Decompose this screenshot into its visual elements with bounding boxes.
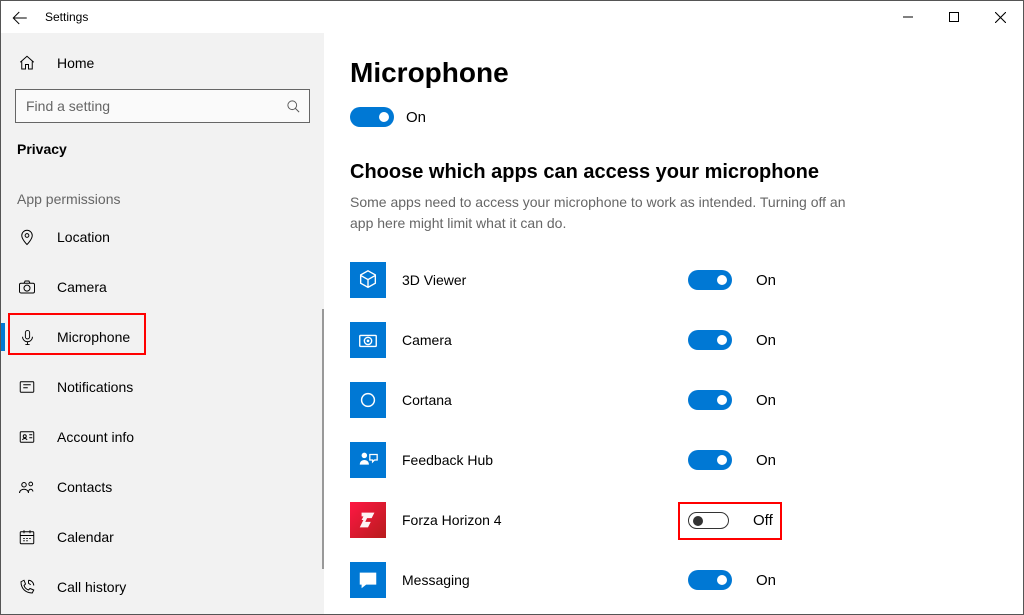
camera-icon	[17, 277, 37, 297]
location-icon	[17, 227, 37, 247]
sidebar-item-contacts[interactable]: Contacts	[1, 465, 324, 509]
search-input[interactable]: Find a setting	[15, 89, 310, 123]
window-controls	[885, 1, 1023, 33]
sidebar-item-label: Location	[57, 229, 110, 245]
page-title: Microphone	[350, 57, 1023, 89]
app-toggle[interactable]	[688, 512, 729, 529]
sidebar-item-calendar[interactable]: Calendar	[1, 515, 324, 559]
account-info-icon	[17, 427, 37, 447]
app-toggle[interactable]	[688, 330, 732, 350]
app-row-feedback-hub: Feedback Hub On	[350, 430, 1023, 490]
master-toggle[interactable]	[350, 107, 394, 127]
call-history-icon	[17, 577, 37, 597]
app-row-cortana: Cortana On	[350, 370, 1023, 430]
app-toggle[interactable]	[688, 390, 732, 410]
app-toggle[interactable]	[688, 270, 732, 290]
close-icon	[995, 12, 1006, 23]
sidebar-item-label: Call history	[57, 579, 126, 595]
sidebar-item-location[interactable]: Location	[1, 215, 324, 259]
app-row-camera: Camera On	[350, 310, 1023, 370]
app-toggle[interactable]	[688, 570, 732, 590]
messaging-icon	[350, 562, 386, 598]
sidebar-item-camera[interactable]: Camera	[1, 265, 324, 309]
sidebar-home[interactable]: Home	[1, 43, 324, 83]
camera-app-icon	[350, 322, 386, 358]
sidebar-home-label: Home	[57, 55, 94, 71]
app-toggle-label: On	[756, 572, 776, 589]
active-indicator	[1, 323, 5, 351]
window-title: Settings	[39, 10, 88, 24]
master-toggle-row: On	[350, 107, 1023, 127]
sidebar-category: Privacy	[1, 141, 324, 157]
section-title: Choose which apps can access your microp…	[350, 161, 1023, 184]
app-name: Feedback Hub	[402, 452, 688, 468]
arrow-left-icon	[11, 9, 29, 27]
app-name: Cortana	[402, 392, 688, 408]
contacts-icon	[17, 477, 37, 497]
app-toggle[interactable]	[688, 450, 732, 470]
microphone-icon	[17, 327, 37, 347]
sidebar-item-label: Contacts	[57, 479, 112, 495]
app-name: 3D Viewer	[402, 272, 688, 288]
app-name: Messaging	[402, 572, 688, 588]
maximize-icon	[949, 12, 959, 22]
app-toggle-label: On	[756, 392, 776, 409]
app-row-forza: Forza Horizon 4 Off	[350, 490, 1023, 550]
close-button[interactable]	[977, 1, 1023, 33]
app-toggle-label: On	[756, 452, 776, 469]
scrollbar[interactable]	[322, 309, 324, 569]
home-icon	[17, 53, 37, 73]
minimize-icon	[903, 12, 913, 22]
search-icon	[286, 99, 301, 114]
app-toggle-label: On	[756, 272, 776, 289]
titlebar: Settings	[1, 1, 1023, 33]
sidebar-item-label: Account info	[57, 429, 134, 445]
sidebar-item-microphone[interactable]: Microphone	[1, 315, 324, 359]
master-toggle-label: On	[406, 109, 426, 126]
sidebar: Home Find a setting Privacy App permissi…	[1, 33, 324, 614]
app-toggle-label: Off	[753, 512, 773, 529]
feedback-hub-icon	[350, 442, 386, 478]
minimize-button[interactable]	[885, 1, 931, 33]
app-name: Camera	[402, 332, 688, 348]
maximize-button[interactable]	[931, 1, 977, 33]
sidebar-item-label: Microphone	[57, 329, 130, 345]
app-row-3d-viewer: 3D Viewer On	[350, 250, 1023, 310]
sidebar-item-label: Camera	[57, 279, 107, 295]
sidebar-item-label: Calendar	[57, 529, 114, 545]
calendar-icon	[17, 527, 37, 547]
notifications-icon	[17, 377, 37, 397]
section-description: Some apps need to access your microphone…	[350, 192, 850, 234]
sidebar-section-label: App permissions	[1, 191, 324, 207]
app-name: Forza Horizon 4	[402, 512, 688, 528]
app-toggle-label: On	[756, 332, 776, 349]
back-button[interactable]	[1, 1, 39, 33]
forza-icon	[350, 502, 386, 538]
search-placeholder: Find a setting	[26, 98, 286, 114]
cortana-icon	[350, 382, 386, 418]
main-panel: Microphone On Choose which apps can acce…	[324, 33, 1023, 614]
sidebar-item-call-history[interactable]: Call history	[1, 565, 324, 609]
app-row-messaging: Messaging On	[350, 550, 1023, 610]
sidebar-item-notifications[interactable]: Notifications	[1, 365, 324, 409]
3d-viewer-icon	[350, 262, 386, 298]
sidebar-item-label: Notifications	[57, 379, 133, 395]
sidebar-item-account-info[interactable]: Account info	[1, 415, 324, 459]
